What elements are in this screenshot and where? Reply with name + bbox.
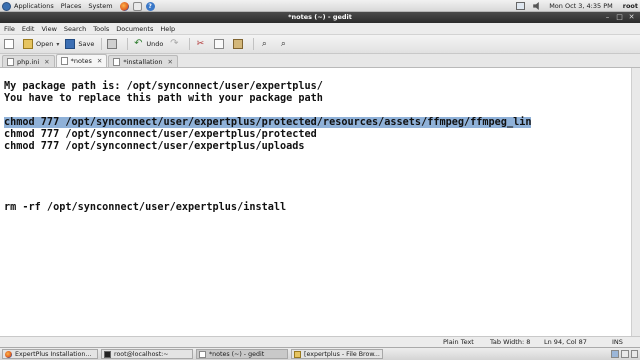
system-menu[interactable]: System bbox=[88, 2, 112, 10]
find-replace-icon: ⌕ bbox=[280, 39, 286, 49]
editor-line: rm -rf /opt/synconnect/user/expertplus/i… bbox=[4, 202, 287, 213]
cut-button[interactable]: ✂ bbox=[195, 37, 208, 52]
taskbar-item-firefox[interactable]: ExpertPlus Installation... bbox=[2, 349, 98, 359]
undo-icon: ↶ bbox=[134, 38, 143, 49]
workspace-1[interactable] bbox=[611, 350, 619, 358]
printer-icon bbox=[107, 39, 118, 49]
new-document-icon bbox=[4, 39, 14, 49]
places-menu[interactable]: Places bbox=[61, 2, 82, 10]
taskbar-item-terminal[interactable]: root@localhost:~ bbox=[101, 349, 193, 359]
clock[interactable]: Mon Oct 3, 4:35 PM bbox=[549, 2, 613, 10]
tab-close-icon[interactable]: ✕ bbox=[44, 58, 49, 66]
copy-button[interactable] bbox=[214, 37, 227, 52]
tab-close-icon[interactable]: ✕ bbox=[97, 57, 102, 65]
gnome-foot-icon[interactable] bbox=[2, 1, 11, 11]
tab-close-icon[interactable]: ✕ bbox=[168, 58, 173, 66]
menu-search[interactable]: Search bbox=[64, 25, 86, 33]
undo-label: Undo bbox=[146, 40, 164, 48]
volume-icon[interactable] bbox=[533, 2, 539, 10]
taskbar-label: *notes (~) - gedit bbox=[209, 350, 265, 358]
document-icon bbox=[7, 57, 14, 66]
firefox-icon[interactable] bbox=[119, 1, 129, 11]
menu-help[interactable]: Help bbox=[160, 25, 175, 33]
taskbar: ExpertPlus Installation... root@localhos… bbox=[0, 347, 640, 360]
open-button[interactable]: Open ▾ bbox=[23, 37, 59, 52]
top-panel: Applications Places System ? Mon Oct 3, … bbox=[0, 0, 640, 12]
chevron-down-icon[interactable]: ▾ bbox=[56, 41, 59, 48]
terminal-icon bbox=[104, 350, 111, 358]
folder-open-icon bbox=[23, 39, 33, 49]
toolbar-separator bbox=[253, 38, 255, 50]
help-icon[interactable]: ? bbox=[145, 1, 155, 11]
status-bar: Plain Text Tab Width: 8 Ln 94, Col 87 IN… bbox=[0, 336, 640, 347]
tab-notes[interactable]: *notes ✕ bbox=[55, 54, 108, 67]
editor-line: chmod 777 /opt/synconnect/user/expertplu… bbox=[4, 141, 305, 152]
window-title: *notes (~) - gedit bbox=[288, 13, 352, 21]
gedit-icon bbox=[199, 350, 206, 358]
toolbar-separator bbox=[101, 38, 103, 50]
applications-menu[interactable]: Applications bbox=[14, 2, 54, 10]
redo-icon: ↷ bbox=[170, 38, 179, 49]
taskbar-item-gedit[interactable]: *notes (~) - gedit bbox=[196, 349, 288, 359]
folder-icon bbox=[294, 350, 301, 358]
print-button[interactable] bbox=[107, 37, 120, 52]
document-icon bbox=[60, 57, 68, 65]
toolbar-separator bbox=[127, 38, 129, 50]
new-button[interactable] bbox=[4, 37, 17, 52]
open-label: Open bbox=[36, 40, 54, 48]
undo-button[interactable]: ↶ Undo bbox=[133, 37, 163, 52]
taskbar-item-file-browser[interactable]: [expertplus - File Brow... bbox=[291, 349, 383, 359]
document-tabs: php.ini ✕ *notes ✕ *installation ✕ bbox=[0, 54, 640, 68]
text-editor[interactable]: My package path is: /opt/synconnect/user… bbox=[0, 68, 631, 336]
taskbar-label: ExpertPlus Installation... bbox=[15, 350, 92, 358]
menu-view[interactable]: View bbox=[41, 25, 56, 33]
taskbar-label: root@localhost:~ bbox=[114, 350, 169, 358]
find-button[interactable]: ⌕ bbox=[259, 37, 272, 52]
maximize-icon[interactable]: □ bbox=[615, 13, 624, 21]
workspace-3[interactable] bbox=[631, 350, 638, 358]
copy-icon bbox=[214, 39, 225, 49]
insert-mode: INS bbox=[612, 338, 623, 346]
toolbar: Open ▾ Save ↶ Undo ↷ ✂ ⌕ ⌕ bbox=[0, 35, 640, 54]
document-icon bbox=[113, 57, 121, 66]
firefox-icon bbox=[5, 350, 12, 358]
menubar: File Edit View Search Tools Documents He… bbox=[0, 23, 640, 35]
replace-button[interactable]: ⌕ bbox=[278, 37, 291, 52]
scissors-icon: ✂ bbox=[196, 39, 205, 49]
menu-documents[interactable]: Documents bbox=[116, 25, 153, 33]
network-icon[interactable] bbox=[516, 2, 526, 10]
cursor-position: Ln 94, Col 87 bbox=[544, 338, 587, 346]
user-menu[interactable]: root bbox=[623, 2, 638, 10]
tab-label: *notes bbox=[70, 57, 92, 65]
vertical-scrollbar[interactable] bbox=[631, 68, 640, 336]
workspace-2[interactable] bbox=[621, 350, 629, 358]
save-icon bbox=[65, 39, 76, 49]
binoculars-icon: ⌕ bbox=[261, 39, 267, 49]
menu-tools[interactable]: Tools bbox=[93, 25, 109, 33]
tab-installation[interactable]: *installation ✕ bbox=[108, 55, 178, 67]
minimize-icon[interactable]: – bbox=[603, 13, 612, 21]
tab-label: php.ini bbox=[17, 57, 40, 66]
clipboard-icon bbox=[233, 39, 244, 49]
taskbar-label: [expertplus - File Brow... bbox=[304, 350, 380, 358]
selected-text: chmod 777 /opt/synconnect/user/expertplu… bbox=[4, 117, 532, 128]
toolbar-separator bbox=[189, 38, 191, 50]
tab-label: *installation bbox=[123, 57, 163, 66]
save-button[interactable]: Save bbox=[65, 37, 94, 52]
save-label: Save bbox=[78, 40, 95, 48]
paste-button[interactable] bbox=[233, 37, 246, 52]
tab-width-selector[interactable]: Tab Width: 8 bbox=[490, 338, 530, 346]
close-icon[interactable]: ✕ bbox=[627, 13, 636, 21]
redo-button[interactable]: ↷ bbox=[169, 37, 182, 52]
menu-edit[interactable]: Edit bbox=[22, 25, 35, 33]
language-selector[interactable]: Plain Text bbox=[443, 338, 474, 346]
window-titlebar[interactable]: *notes (~) - gedit – □ ✕ bbox=[0, 12, 640, 23]
editor-line: You have to replace this path with your … bbox=[4, 93, 323, 104]
mail-icon[interactable] bbox=[132, 1, 142, 11]
tab-php-ini[interactable]: php.ini ✕ bbox=[2, 55, 55, 67]
menu-file[interactable]: File bbox=[4, 25, 15, 33]
